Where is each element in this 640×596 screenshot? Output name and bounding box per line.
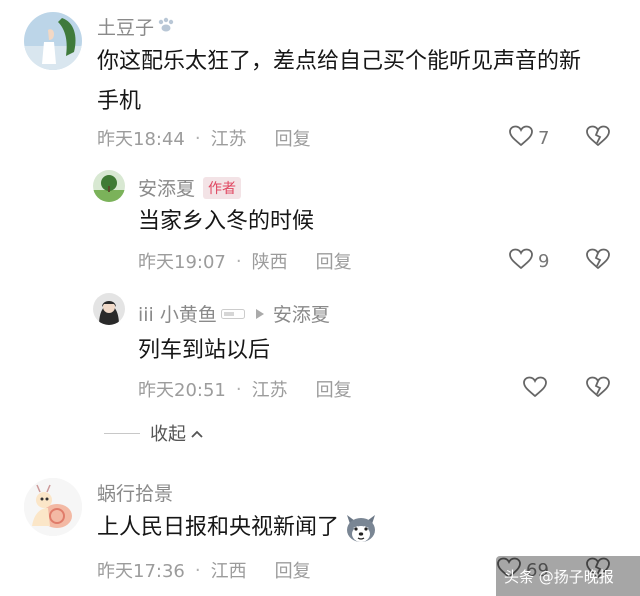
location: 陕西	[251, 252, 288, 273]
dislike-button[interactable]	[585, 375, 611, 403]
paw-icon	[156, 16, 176, 38]
location: 江苏	[210, 129, 247, 150]
comment-text: 你这配乐太狂了，差点给自己买个能听见声音的新 手机	[97, 42, 581, 122]
username[interactable]: 安添夏 作者	[138, 174, 242, 201]
timestamp: 昨天17:36	[97, 561, 185, 582]
dislike-button[interactable]	[585, 247, 611, 275]
dislike-button[interactable]	[585, 124, 611, 152]
like-button[interactable]: 9	[508, 247, 549, 276]
like-button[interactable]	[522, 375, 548, 404]
divider-line	[104, 432, 140, 434]
location: 江苏	[251, 380, 288, 401]
comment-text-line: 手机	[97, 89, 142, 114]
avatar[interactable]	[93, 293, 125, 325]
chevron-up-icon	[190, 423, 204, 444]
comment-text-line: 你这配乐太狂了，差点给自己买个能听见声音的新	[97, 49, 582, 74]
collapse-replies-button[interactable]: 收起	[104, 420, 204, 446]
avatar[interactable]	[24, 12, 82, 70]
comment-text-line: 上人民日报和央视新闻了	[97, 508, 379, 548]
watermark: 头条 @扬子晚报	[496, 556, 640, 596]
husky-emoji-icon	[343, 511, 379, 545]
comment-text: 上人民日报和央视新闻了	[97, 508, 379, 548]
broken-heart-icon	[585, 125, 611, 152]
username[interactable]: 蜗行拾景	[97, 479, 173, 506]
comment-item: 土豆子 你这配乐太狂了，差点给自己买个能听见声音的新 手机 昨天18:44 · …	[0, 0, 640, 160]
separator-dot: ·	[235, 250, 242, 272]
broken-heart-icon	[585, 248, 611, 275]
timestamp: 昨天19:07	[138, 252, 226, 273]
username[interactable]: iii 小黄鱼 安添夏	[138, 300, 330, 327]
collapse-label: 收起	[150, 424, 186, 445]
reply-arrow-icon	[255, 303, 265, 325]
author-badge: 作者	[203, 177, 242, 199]
reply-item: 安添夏 作者 当家乡入冬的时候 昨天19:07 · 陕西 回复 9	[0, 160, 640, 280]
avatar[interactable]	[24, 478, 82, 536]
separator-dot: ·	[194, 559, 201, 581]
separator-dot: ·	[235, 378, 242, 400]
reply-button[interactable]: 回复	[316, 248, 352, 274]
username[interactable]: 土豆子	[97, 13, 176, 40]
level-icon	[220, 302, 245, 324]
like-count: 7	[538, 128, 550, 149]
like-button[interactable]: 7	[508, 124, 549, 153]
comment-meta: 昨天20:51 · 江苏 回复	[138, 376, 352, 402]
comment-text: 列车到站以后	[138, 331, 270, 371]
heart-icon	[508, 247, 534, 276]
timestamp: 昨天20:51	[138, 380, 226, 401]
reply-button[interactable]: 回复	[275, 557, 311, 583]
comment-text: 当家乡入冬的时候	[138, 202, 314, 242]
comment-meta: 昨天17:36 · 江西 回复	[97, 557, 311, 583]
separator-dot: ·	[194, 127, 201, 149]
reply-item: iii 小黄鱼 安添夏 列车到站以后 昨天20:51 · 江苏 回复	[0, 285, 640, 410]
comment-text-line: 列车到站以后	[138, 338, 271, 363]
comment-meta: 昨天19:07 · 陕西 回复	[138, 248, 352, 274]
heart-icon	[508, 124, 534, 153]
reply-button[interactable]: 回复	[316, 376, 352, 402]
comment-text-line: 当家乡入冬的时候	[138, 209, 315, 234]
comment-meta: 昨天18:44 · 江苏 回复	[97, 125, 311, 151]
timestamp: 昨天18:44	[97, 129, 185, 150]
location: 江西	[210, 561, 247, 582]
heart-icon	[522, 375, 548, 404]
reply-button[interactable]: 回复	[275, 125, 311, 151]
like-count: 9	[538, 251, 550, 272]
avatar[interactable]	[93, 170, 125, 202]
reply-target[interactable]: 安添夏	[273, 304, 330, 326]
broken-heart-icon	[585, 376, 611, 403]
